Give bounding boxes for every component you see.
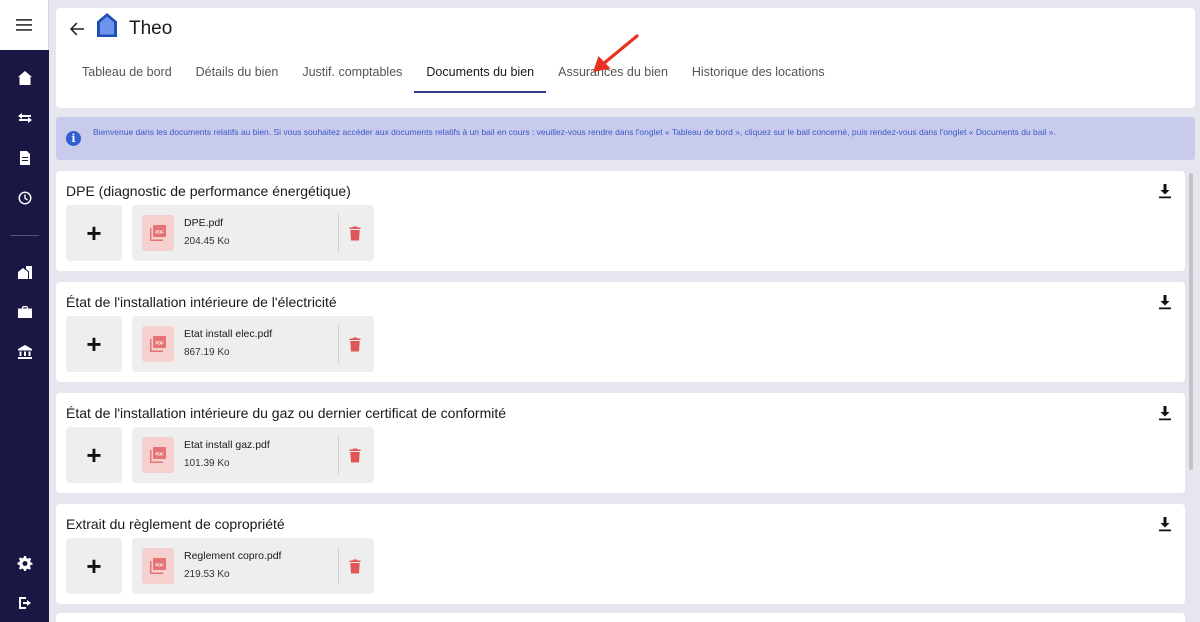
settings-icon — [17, 556, 32, 571]
trash-icon — [349, 559, 361, 573]
file-name: Etat install gaz.pdf — [184, 439, 270, 451]
divider — [338, 214, 339, 252]
nav-bank[interactable] — [0, 340, 49, 364]
file-name: Etat install elec.pdf — [184, 328, 273, 340]
section-title: DPE (diagnostic de performance énergétiq… — [66, 183, 351, 199]
file-size: 219.53 Ko — [184, 569, 230, 580]
document-icon — [19, 151, 30, 165]
delete-file-button[interactable] — [346, 335, 364, 353]
pdf-icon: PDF — [142, 548, 174, 584]
menu-button[interactable] — [0, 0, 49, 50]
trash-icon — [349, 448, 361, 462]
divider — [338, 325, 339, 363]
add-file-button[interactable]: + — [66, 538, 122, 594]
section-title: État de l'installation intérieure de l'é… — [66, 294, 337, 310]
nav-home[interactable] — [0, 66, 49, 90]
sidebar-divider — [10, 235, 39, 236]
download-icon[interactable] — [1158, 183, 1172, 199]
info-icon: i — [66, 131, 81, 146]
download-icon[interactable] — [1158, 516, 1172, 532]
add-file-button[interactable]: + — [66, 205, 122, 261]
nav-documents[interactable] — [0, 146, 49, 170]
file-card[interactable]: PDF Etat install gaz.pdf 101.39 Ko — [132, 427, 374, 483]
info-banner: i Bienvenue dans les documents relatifs … — [56, 117, 1195, 160]
nav-logout[interactable] — [0, 591, 49, 615]
section-title: Extrait du règlement de copropriété — [66, 516, 285, 532]
file-name: Reglement copro.pdf — [184, 550, 282, 562]
back-button[interactable] — [68, 20, 86, 38]
delete-file-button[interactable] — [346, 224, 364, 242]
trash-icon — [349, 226, 361, 240]
document-section: État de l'installation intérieure de l'é… — [56, 282, 1185, 382]
document-section-partial — [56, 613, 1185, 622]
document-section: DPE (diagnostic de performance énergétiq… — [56, 171, 1185, 271]
sidebar — [0, 0, 49, 622]
file-size: 867.19 Ko — [184, 347, 230, 358]
tab-details-du-bien[interactable]: Détails du bien — [184, 60, 291, 93]
document-section: Extrait du règlement de copropriété + PD… — [56, 504, 1185, 604]
tab-tableau-de-bord[interactable]: Tableau de bord — [70, 60, 184, 93]
divider — [338, 436, 339, 474]
page-header: Theo Tableau de bord Détails du bien Jus… — [56, 8, 1195, 108]
tab-bar: Tableau de bord Détails du bien Justif. … — [70, 60, 837, 94]
arrow-left-icon — [70, 22, 84, 36]
page-title: Theo — [129, 18, 173, 39]
buildings-icon — [17, 266, 32, 279]
file-card[interactable]: PDF Reglement copro.pdf 219.53 Ko — [132, 538, 374, 594]
delete-file-button[interactable] — [346, 446, 364, 464]
document-sections: DPE (diagnostic de performance énergétiq… — [56, 171, 1185, 615]
tab-historique-des-locations[interactable]: Historique des locations — [680, 60, 837, 93]
menu-icon — [16, 19, 32, 31]
annotation-arrow-icon — [593, 34, 639, 72]
scrollbar-thumb[interactable] — [1189, 173, 1193, 470]
home-icon — [17, 71, 32, 85]
file-size: 101.39 Ko — [184, 458, 230, 469]
file-card[interactable]: PDF DPE.pdf 204.45 Ko — [132, 205, 374, 261]
add-file-button[interactable]: + — [66, 316, 122, 372]
nav-transfers[interactable] — [0, 106, 49, 130]
pdf-icon: PDF — [142, 215, 174, 251]
file-card[interactable]: PDF Etat install elec.pdf 867.19 Ko — [132, 316, 374, 372]
swap-icon — [17, 113, 32, 123]
pdf-icon: PDF — [142, 326, 174, 362]
section-title: État de l'installation intérieure du gaz… — [66, 405, 507, 421]
info-text: Bienvenue dans les documents relatifs au… — [93, 127, 1056, 137]
add-file-button[interactable]: + — [66, 427, 122, 483]
svg-text:PDF: PDF — [155, 229, 164, 234]
document-section: État de l'installation intérieure du gaz… — [56, 393, 1185, 493]
svg-text:PDF: PDF — [155, 562, 164, 567]
tab-justif-comptables[interactable]: Justif. comptables — [290, 60, 414, 93]
divider — [338, 547, 339, 585]
nav-properties[interactable] — [0, 260, 49, 284]
tab-documents-du-bien[interactable]: Documents du bien — [414, 60, 546, 93]
download-icon[interactable] — [1158, 294, 1172, 310]
trash-icon — [349, 337, 361, 351]
svg-text:PDF: PDF — [155, 340, 164, 345]
file-size: 204.45 Ko — [184, 236, 230, 247]
bank-icon — [17, 345, 32, 359]
nav-settings[interactable] — [0, 551, 49, 575]
delete-file-button[interactable] — [346, 557, 364, 575]
property-house-icon — [97, 13, 117, 37]
svg-text:PDF: PDF — [155, 451, 164, 456]
download-icon[interactable] — [1158, 405, 1172, 421]
nav-history[interactable] — [0, 186, 49, 210]
pdf-icon: PDF — [142, 437, 174, 473]
logout-icon — [18, 597, 31, 609]
file-name: DPE.pdf — [184, 217, 224, 229]
briefcase-icon — [17, 306, 32, 318]
clock-icon — [18, 191, 32, 205]
nav-business[interactable] — [0, 300, 49, 324]
